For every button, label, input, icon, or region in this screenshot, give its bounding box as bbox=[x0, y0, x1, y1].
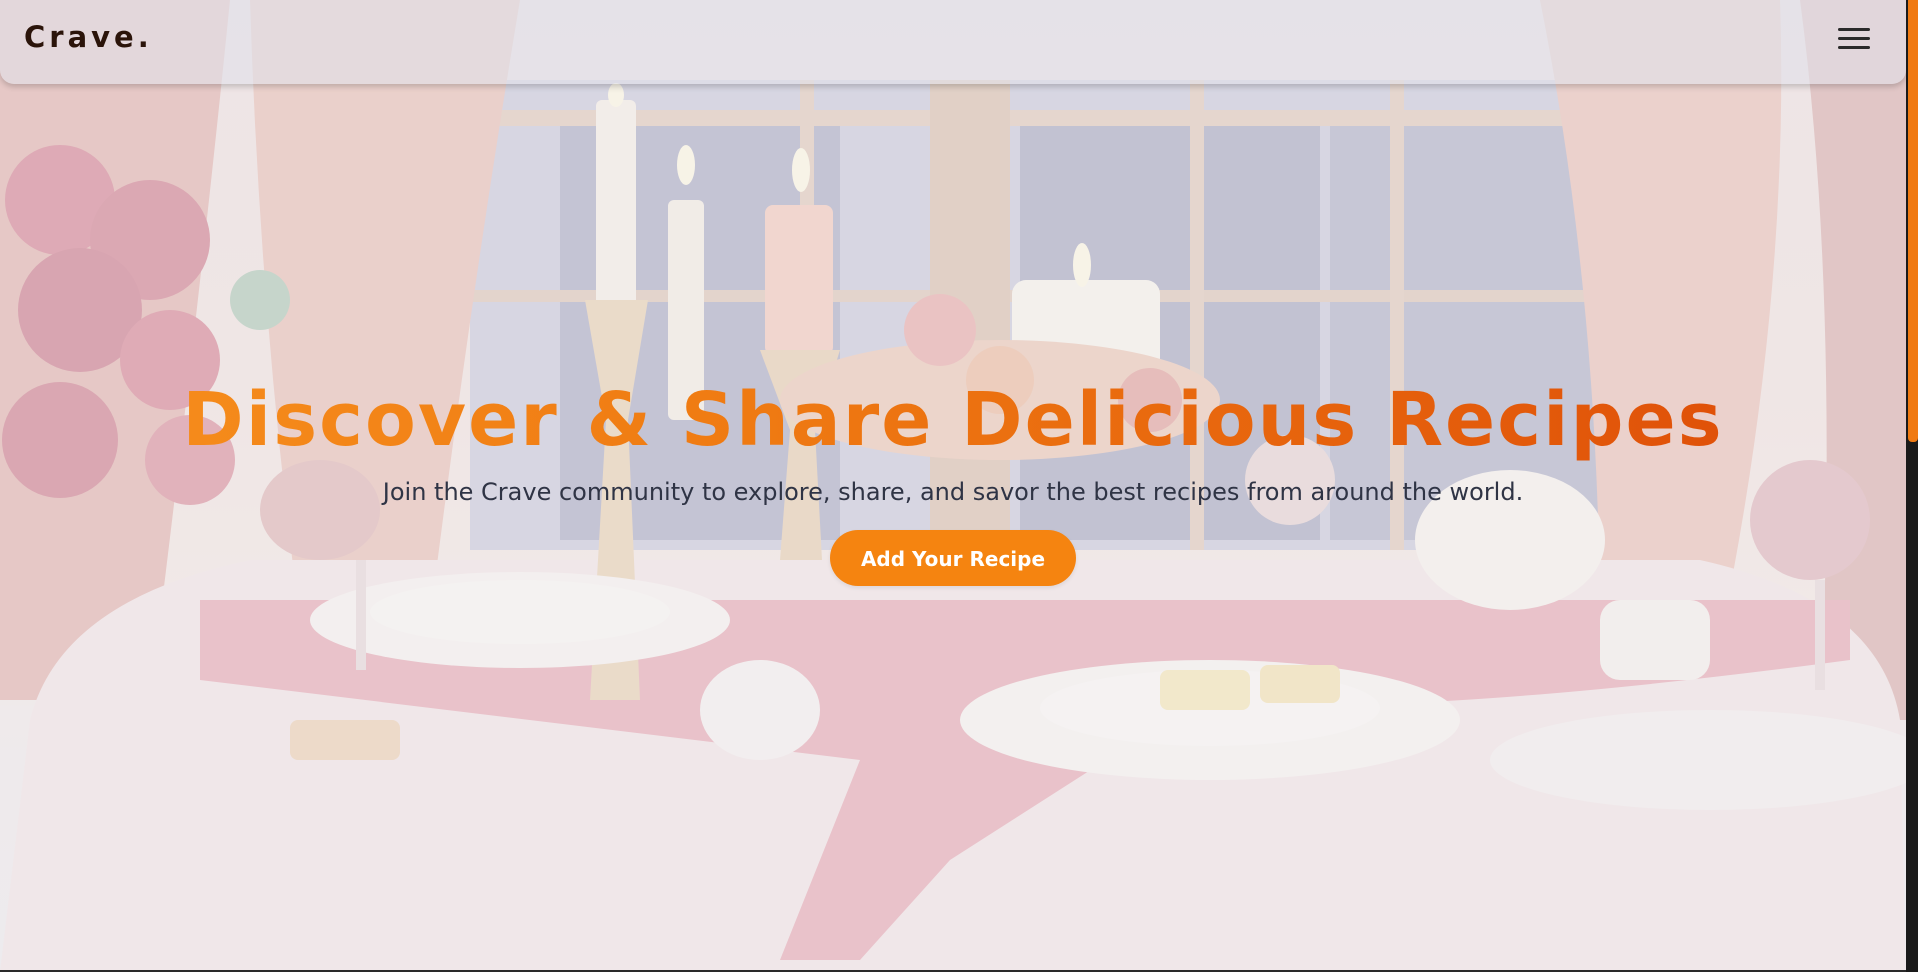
site-logo[interactable]: Crave. bbox=[24, 20, 153, 54]
page: Crave. Discover & Share Delicious Recipe… bbox=[0, 0, 1918, 972]
menu-line bbox=[1838, 28, 1870, 31]
menu-line bbox=[1838, 46, 1870, 49]
vertical-scrollbar[interactable] bbox=[1906, 0, 1918, 972]
navbar: Crave. bbox=[0, 0, 1906, 84]
scrollbar-thumb[interactable] bbox=[1908, 0, 1918, 442]
hero-content: Discover & Share Delicious Recipes Join … bbox=[0, 370, 1906, 586]
add-recipe-button[interactable]: Add Your Recipe bbox=[830, 530, 1076, 586]
hero-title: Discover & Share Delicious Recipes bbox=[0, 370, 1906, 470]
menu-line bbox=[1838, 37, 1870, 40]
hamburger-menu-icon[interactable] bbox=[1838, 24, 1872, 54]
hero-subtitle: Join the Crave community to explore, sha… bbox=[382, 478, 1524, 506]
